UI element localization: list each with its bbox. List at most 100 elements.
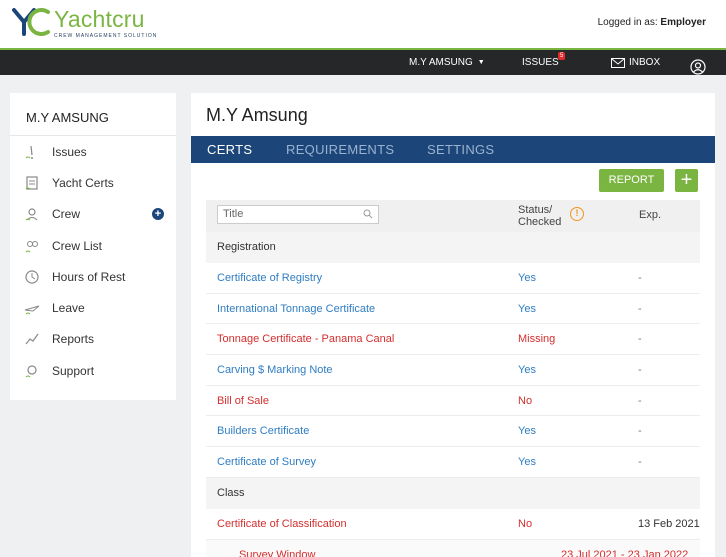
cert-name[interactable]: Carving $ Marking Note: [217, 355, 333, 386]
cert-exp: -: [638, 272, 642, 284]
issues-count-badge: 5: [558, 52, 566, 60]
sidebar: M.Y AMSUNG Issues Yacht Certs Crew + Cre…: [10, 93, 176, 400]
column-header-status[interactable]: Status/ Checked: [518, 204, 561, 228]
group-header: Registration: [206, 232, 700, 263]
brand-tagline: CREW MANAGEMENT SOLUTION: [54, 33, 158, 39]
top-bar: Yachtcru CREW MANAGEMENT SOLUTION Logged…: [0, 0, 726, 48]
table-row[interactable]: Builders Certificate Yes -: [206, 416, 700, 448]
cert-status: Missing: [518, 333, 556, 346]
page-title: M.Y Amsung: [206, 105, 308, 125]
cert-exp: -: [638, 364, 642, 377]
cert-status: Yes: [518, 456, 536, 469]
cert-exp: -: [638, 425, 642, 438]
search-input[interactable]: Title: [217, 205, 379, 224]
sidebar-item-crew[interactable]: Crew +: [10, 199, 176, 230]
nav-issues[interactable]: ISSUES 5: [522, 50, 566, 75]
column-header-exp[interactable]: Exp.: [639, 209, 661, 221]
cert-name[interactable]: Bill of Sale: [217, 386, 269, 417]
tab-bar: CERTS REQUIREMENTS SETTINGS: [191, 136, 715, 163]
group-header: Class: [206, 477, 700, 509]
cert-status: Yes: [518, 425, 536, 438]
table-header: Title Status/ Checked ! Exp.: [206, 200, 700, 232]
add-cert-button[interactable]: +: [675, 169, 698, 192]
reports-icon: [22, 329, 42, 349]
tab-settings[interactable]: SETTINGS: [427, 136, 494, 163]
warning-icon[interactable]: !: [570, 207, 584, 221]
cert-exp: -: [638, 302, 642, 315]
sidebar-item-label: Leave: [52, 301, 85, 316]
cert-status: Yes: [518, 364, 536, 377]
table-row[interactable]: Certificate of Survey Yes -: [206, 447, 700, 478]
cert-status: Yes: [518, 272, 536, 284]
sidebar-item-crew-list[interactable]: Crew List: [10, 230, 176, 261]
search-placeholder: Title: [223, 208, 244, 220]
cert-name[interactable]: Certificate of Classification: [217, 509, 347, 540]
cert-name[interactable]: Tonnage Certificate - Panama Canal: [217, 324, 394, 355]
sidebar-item-label: Support: [52, 363, 95, 378]
sidebar-item-reports[interactable]: Reports: [10, 324, 176, 355]
sidebar-item-label: Hours of Rest: [52, 269, 126, 284]
leave-icon: [22, 298, 42, 318]
user-icon[interactable]: [690, 54, 706, 79]
sidebar-item-label: Yacht Certs: [52, 175, 114, 190]
table-row[interactable]: International Tonnage Certificate Yes -: [206, 294, 700, 325]
sidebar-item-label: Issues: [52, 144, 87, 159]
chevron-down-icon: ▼: [477, 59, 485, 66]
status-header-line1: Status/: [518, 204, 553, 216]
hours-icon: [22, 267, 42, 287]
table-row[interactable]: Certificate of Registry Yes -: [206, 263, 700, 294]
main-panel: M.Y Amsung CERTS REQUIREMENTS SETTINGS R…: [191, 93, 715, 557]
cert-status: No: [518, 394, 533, 407]
tab-certs[interactable]: CERTS: [207, 136, 252, 163]
issues-label: ISSUES: [522, 57, 559, 68]
sidebar-item-label: Reports: [52, 332, 95, 347]
brand-name: Yachtcru: [54, 6, 145, 32]
envelope-icon: [611, 57, 625, 68]
table-row[interactable]: Carving $ Marking Note Yes -: [206, 355, 700, 386]
status-header-line2: Checked: [518, 216, 562, 228]
sidebar-item-label: Crew List: [52, 238, 103, 253]
main-nav: M.Y AMSUNG ▼ ISSUES 5 INBOX: [0, 48, 726, 75]
vessel-dropdown[interactable]: M.Y AMSUNG ▼: [409, 50, 485, 75]
support-icon: [22, 361, 42, 381]
table-row[interactable]: Bill of Sale No -: [206, 386, 700, 417]
cert-name[interactable]: International Tonnage Certificate: [217, 294, 375, 325]
inbox-label: INBOX: [629, 57, 661, 68]
cert-status: No: [518, 517, 533, 530]
table-row[interactable]: Certificate of Classification No 13 Feb …: [206, 509, 700, 540]
cert-exp: 23 Jul 2021 - 23 Jan 2022: [561, 548, 689, 557]
table-row[interactable]: Tonnage Certificate - Panama Canal Missi…: [206, 324, 700, 356]
cert-name[interactable]: Certificate of Registry: [217, 263, 322, 294]
logo[interactable]: Yachtcru CREW MANAGEMENT SOLUTION: [12, 6, 157, 39]
cert-status: Yes: [518, 302, 536, 315]
issues-icon: [22, 142, 42, 162]
certs-table: Title Status/ Checked ! Exp. Registratio…: [206, 200, 700, 557]
tab-requirements[interactable]: REQUIREMENTS: [286, 136, 394, 163]
sidebar-item-label: Crew: [52, 207, 81, 222]
table-row[interactable]: Survey Window 23 Jul 2021 - 23 Jan 2022: [206, 539, 700, 557]
sidebar-item-yacht-certs[interactable]: Yacht Certs: [10, 167, 176, 198]
certs-icon: [22, 173, 42, 193]
cert-exp: -: [638, 456, 642, 469]
cert-name[interactable]: Certificate of Survey: [217, 447, 316, 478]
add-crew-button[interactable]: +: [152, 207, 164, 220]
report-button[interactable]: REPORT: [599, 169, 664, 192]
cert-exp: 13 Feb 2021: [638, 517, 700, 530]
logged-role: Employer: [660, 17, 706, 28]
cert-name[interactable]: Survey Window: [239, 540, 315, 557]
cert-exp: -: [638, 333, 642, 346]
sidebar-item-hours-of-rest[interactable]: Hours of Rest: [10, 261, 176, 292]
nav-inbox[interactable]: INBOX: [611, 50, 660, 75]
sidebar-item-issues[interactable]: Issues: [10, 136, 176, 167]
vessel-label: M.Y AMSUNG: [409, 57, 473, 68]
crew-icon: [22, 204, 42, 224]
logged-prefix: Logged in as:: [597, 17, 658, 28]
cert-name[interactable]: Builders Certificate: [217, 416, 309, 447]
logged-in-label: Logged in as: Employer: [598, 17, 706, 28]
search-icon: [363, 209, 373, 219]
sidebar-item-support[interactable]: Support: [10, 355, 176, 386]
sidebar-item-leave[interactable]: Leave: [10, 292, 176, 323]
sidebar-title: M.Y AMSUNG: [10, 93, 176, 136]
logo-mark-icon: [12, 6, 52, 38]
cert-exp: -: [638, 394, 642, 407]
